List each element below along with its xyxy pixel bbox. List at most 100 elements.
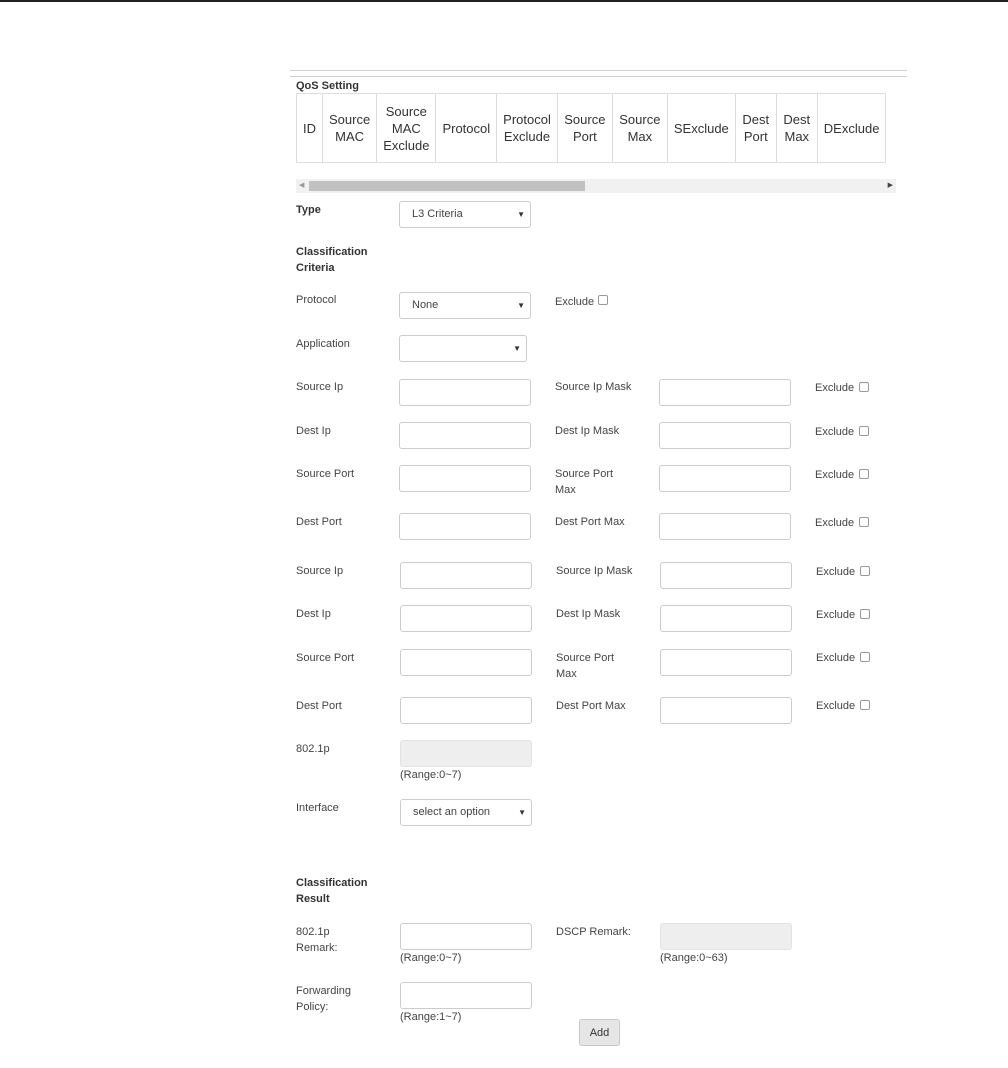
dest-port-label-2: Dest Port	[296, 700, 342, 712]
table-horizontal-scrollbar[interactable]: ◀ ▶	[296, 179, 896, 193]
source-ip-mask-input-2[interactable]	[660, 562, 792, 589]
col-id[interactable]: ID	[296, 93, 323, 163]
source-port-exclude-checkbox[interactable]	[859, 469, 869, 479]
dscp-remark-label: DSCP Remark:	[556, 926, 631, 938]
source-ip-mask-input[interactable]	[659, 379, 791, 406]
scroll-left-arrow-icon[interactable]: ◀	[299, 179, 304, 193]
dest-port-max-input[interactable]	[659, 513, 791, 540]
chevron-down-icon: ▼	[517, 301, 525, 310]
top-border	[0, 0, 1008, 2]
source-port-label: Source Port	[296, 468, 355, 480]
p8021-range: (Range:0~7)	[400, 769, 462, 781]
p8021-label: 802.1p	[296, 743, 330, 755]
divider	[290, 76, 907, 77]
source-port-max-input[interactable]	[659, 465, 791, 492]
dscp-remark-input	[660, 923, 792, 950]
dest-ip-mask-label-2: Dest Ip Mask	[556, 608, 621, 620]
col-protocol[interactable]: Protocol	[435, 93, 498, 163]
table-header-row: ID Source MAC Source MAC Exclude Protoco…	[296, 93, 887, 163]
source-ip-mask-label-2: Source Ip Mask	[556, 565, 633, 577]
col-source-port[interactable]: Source Port	[556, 93, 613, 163]
forwarding-policy-label: Forwarding Policy:	[296, 985, 352, 1013]
add-button[interactable]: Add	[579, 1019, 620, 1046]
col-sexclude[interactable]: SExclude	[666, 93, 736, 163]
dest-port-exclude-checkbox-2[interactable]	[860, 700, 870, 710]
p8021-input	[400, 740, 532, 767]
source-port-max-label-2: Source Port Max	[556, 652, 615, 680]
chevron-down-icon: ▼	[517, 210, 525, 219]
interface-label: Interface	[296, 802, 339, 814]
source-ip-exclude-label: Exclude	[815, 382, 855, 394]
dest-ip-mask-input[interactable]	[659, 422, 791, 449]
col-dest-port[interactable]: Dest Port	[734, 93, 777, 163]
interface-select-value: select an option	[413, 806, 491, 818]
dest-port-max-label-2: Dest Port Max	[556, 700, 626, 712]
source-ip-mask-label: Source Ip Mask	[555, 381, 632, 393]
remark-8021p-range: (Range:0~7)	[400, 952, 462, 964]
protocol-select[interactable]: None ▼	[399, 292, 531, 319]
dest-port-label: Dest Port	[296, 516, 342, 528]
qos-rules-table: ID Source MAC Source MAC Exclude Protoco…	[296, 93, 887, 163]
scrollbar-thumb[interactable]	[309, 181, 585, 191]
dest-ip-input[interactable]	[399, 422, 531, 449]
source-port-exclude-label-2: Exclude	[816, 652, 856, 664]
col-dest-max[interactable]: Dest Max	[775, 93, 818, 163]
dest-ip-label-2: Dest Ip	[296, 608, 331, 620]
source-ip-input-2[interactable]	[400, 562, 532, 589]
source-port-label-2: Source Port	[296, 652, 355, 664]
dest-port-exclude-label: Exclude	[815, 517, 855, 529]
dest-port-input[interactable]	[399, 513, 531, 540]
source-ip-input[interactable]	[399, 379, 531, 406]
application-label: Application	[296, 338, 350, 350]
interface-select[interactable]: select an option ▼	[400, 799, 532, 826]
protocol-exclude-label: Exclude	[555, 296, 595, 308]
source-port-max-input-2[interactable]	[660, 649, 792, 676]
type-select[interactable]: L3 Criteria ▼	[399, 201, 531, 228]
forwarding-policy-range: (Range:1~7)	[400, 1011, 462, 1023]
source-port-input[interactable]	[399, 465, 531, 492]
dest-ip-exclude-checkbox[interactable]	[859, 426, 869, 436]
type-label: Type	[296, 204, 321, 216]
col-dexclude[interactable]: DExclude	[816, 93, 887, 163]
dest-ip-label: Dest Ip	[296, 425, 331, 437]
dest-ip-exclude-label-2: Exclude	[816, 609, 856, 621]
dest-port-max-label: Dest Port Max	[555, 516, 625, 528]
forwarding-policy-input[interactable]	[400, 982, 532, 1009]
source-ip-exclude-checkbox[interactable]	[859, 382, 869, 392]
dest-ip-exclude-label: Exclude	[815, 426, 855, 438]
qos-setting-title: QoS Setting	[296, 80, 359, 92]
dest-port-max-input-2[interactable]	[660, 697, 792, 724]
col-source-max[interactable]: Source Max	[611, 93, 668, 163]
remark-8021p-label: 802.1p Remark:	[296, 926, 338, 954]
source-ip-exclude-checkbox-2[interactable]	[860, 566, 870, 576]
source-ip-label: Source Ip	[296, 381, 344, 393]
source-ip-label-2: Source Ip	[296, 565, 344, 577]
source-port-max-label: Source Port Max	[555, 468, 614, 496]
source-port-exclude-checkbox-2[interactable]	[860, 652, 870, 662]
protocol-label: Protocol	[296, 294, 337, 306]
source-port-input-2[interactable]	[400, 649, 532, 676]
source-ip-exclude-label-2: Exclude	[816, 566, 856, 578]
classification-criteria-title: Classification Criteria	[296, 246, 368, 274]
application-select[interactable]: ▼	[399, 335, 527, 362]
dest-ip-input-2[interactable]	[400, 605, 532, 632]
chevron-down-icon: ▼	[518, 808, 526, 817]
col-protocol-exclude[interactable]: Protocol Exclude	[496, 93, 558, 163]
source-port-exclude-label: Exclude	[815, 469, 855, 481]
divider-top	[290, 70, 907, 71]
scroll-right-arrow-icon[interactable]: ▶	[888, 179, 893, 193]
protocol-select-value: None	[412, 299, 439, 311]
type-select-value: L3 Criteria	[412, 208, 463, 220]
dest-ip-mask-label: Dest Ip Mask	[555, 425, 620, 437]
dest-port-exclude-label-2: Exclude	[816, 700, 856, 712]
classification-result-title: Classification Result	[296, 877, 368, 905]
col-source-mac-exclude[interactable]: Source MAC Exclude	[376, 93, 437, 163]
dest-port-exclude-checkbox[interactable]	[859, 517, 869, 527]
dest-ip-exclude-checkbox-2[interactable]	[860, 609, 870, 619]
dscp-remark-range: (Range:0~63)	[660, 952, 728, 964]
protocol-exclude-checkbox[interactable]	[598, 295, 608, 305]
dest-ip-mask-input-2[interactable]	[660, 605, 792, 632]
dest-port-input-2[interactable]	[400, 697, 532, 724]
remark-8021p-input[interactable]	[400, 923, 532, 950]
col-source-mac[interactable]: Source MAC	[321, 93, 378, 163]
